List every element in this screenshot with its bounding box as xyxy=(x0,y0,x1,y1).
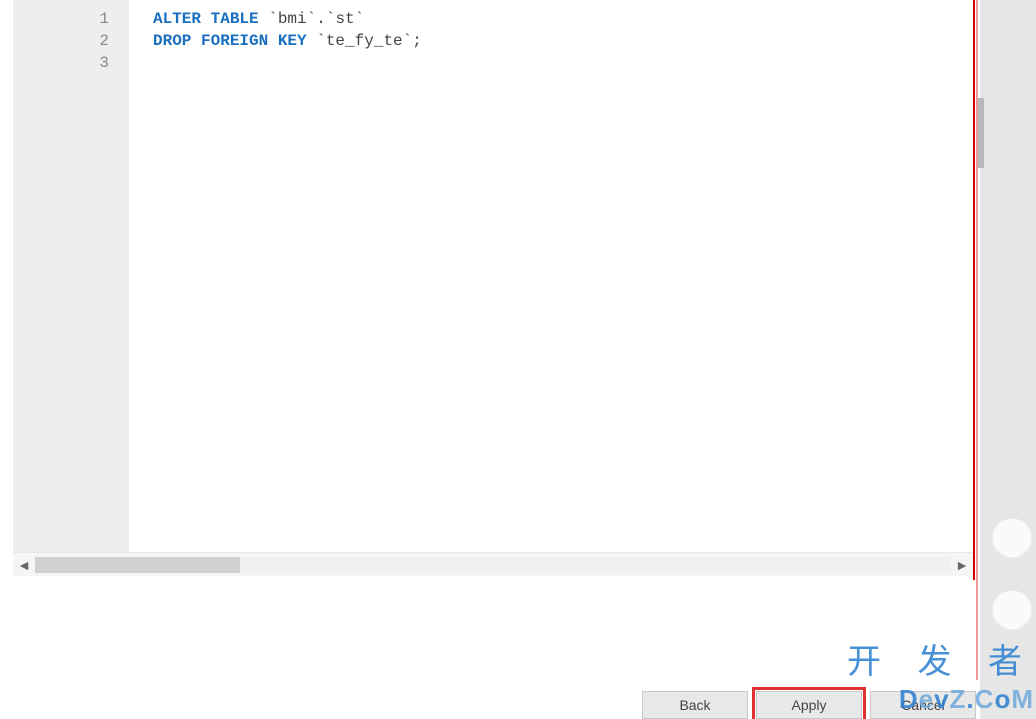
watermark-cn: 开 发 者 xyxy=(847,634,1036,683)
sql-editor: 123 ALTER TABLE `bmi`.`st`DROP FOREIGN K… xyxy=(13,0,975,580)
line-number: 1 xyxy=(13,8,109,30)
apply-button[interactable]: Apply xyxy=(756,691,862,719)
horizontal-scrollbar[interactable]: ◄ ► xyxy=(13,552,973,576)
scroll-track[interactable] xyxy=(35,557,951,573)
watermark-char: C xyxy=(975,684,995,714)
watermark-char: Z xyxy=(950,684,967,714)
side-bubble-2 xyxy=(992,590,1032,630)
highlight-border-right xyxy=(976,0,978,680)
watermark-en: DevZ.CoM xyxy=(899,684,1034,715)
code-area[interactable]: 123 ALTER TABLE `bmi`.`st`DROP FOREIGN K… xyxy=(13,0,973,552)
token-punct: `.` xyxy=(307,10,336,28)
code-line[interactable] xyxy=(153,52,973,74)
token-identifier: te_fy_te xyxy=(326,32,403,50)
code-content[interactable]: ALTER TABLE `bmi`.`st`DROP FOREIGN KEY `… xyxy=(129,0,973,552)
watermark-char: . xyxy=(966,684,974,714)
token-keyword: ALTER TABLE xyxy=(153,10,259,28)
code-line[interactable]: DROP FOREIGN KEY `te_fy_te`; xyxy=(153,30,973,52)
token-punct: ` xyxy=(307,32,326,50)
side-bubble-1 xyxy=(992,518,1032,558)
watermark-char: D xyxy=(899,684,919,714)
token-punct: `; xyxy=(403,32,422,50)
line-gutter: 123 xyxy=(13,0,129,552)
token-punct: ` xyxy=(259,10,278,28)
scroll-left-button[interactable]: ◄ xyxy=(13,554,35,576)
watermark-char: M xyxy=(1011,684,1034,714)
token-punct: ` xyxy=(355,10,365,28)
scroll-thumb[interactable] xyxy=(35,557,240,573)
line-number: 2 xyxy=(13,30,109,52)
token-keyword: DROP FOREIGN KEY xyxy=(153,32,307,50)
line-number: 3 xyxy=(13,52,109,74)
back-button[interactable]: Back xyxy=(642,691,748,719)
token-identifier: st xyxy=(335,10,354,28)
watermark-char: o xyxy=(994,684,1011,714)
code-line[interactable]: ALTER TABLE `bmi`.`st` xyxy=(153,8,973,30)
watermark-char: e xyxy=(919,684,934,714)
vscroll-marker xyxy=(978,98,984,168)
scroll-right-button[interactable]: ► xyxy=(951,554,973,576)
token-identifier: bmi xyxy=(278,10,307,28)
watermark-char: v xyxy=(934,684,949,714)
